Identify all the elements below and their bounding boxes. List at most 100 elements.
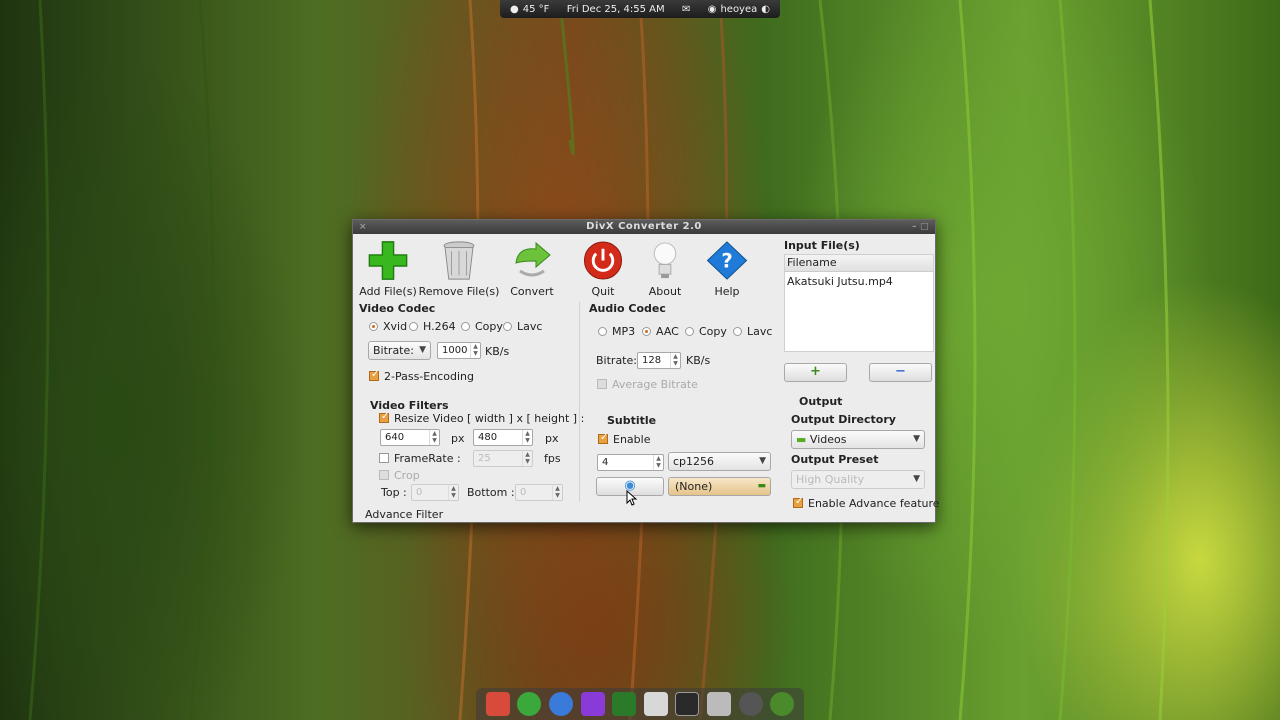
stepper-icon[interactable]: ▲ ▼ [429,430,439,445]
input-files-title: Input File(s) [784,239,860,252]
dock [476,688,804,720]
output-directory-select[interactable]: ▬ Videos ▼ [791,430,925,449]
resize-video-checkbox[interactable]: Resize Video [ width ] x [ height ] : [379,411,585,425]
remove-input-button[interactable]: − [869,363,932,382]
audio-codec-lavc[interactable]: Lavc [733,325,772,338]
disc-icon[interactable] [738,692,763,716]
mail-indicator[interactable]: ✉ [682,4,690,15]
power-icon[interactable] [770,692,795,716]
stepper-icon[interactable]: ▲ ▼ [522,430,532,445]
resize-width-input[interactable]: 640 ▲ ▼ [380,429,440,446]
framerate-label: FrameRate : [394,452,461,465]
stepper-icon[interactable]: ▲ ▼ [653,455,663,470]
globe-icon[interactable] [517,692,542,716]
audio-codec-title: Audio Codec [589,302,666,315]
input-files-list[interactable]: Filename Akatsuki Jutsu.mp4 [784,254,934,352]
radio-icon [733,327,742,336]
subtitle-encoding-value: cp1256 [673,455,715,468]
output-preset-select[interactable]: High Quality ▼ [791,470,925,489]
folder-icon: ▬ [757,481,766,491]
window-icon[interactable] [675,692,700,716]
list-item[interactable]: Akatsuki Jutsu.mp4 [785,272,933,291]
minimize-icon[interactable]: – [912,220,917,234]
user-menu[interactable]: ◉ heoyea ◐ [708,4,770,15]
video-codec-h264[interactable]: H.264 [409,320,456,333]
resize-height-input[interactable]: 480 ▲ ▼ [473,429,533,446]
advance-feature-label: Enable Advance feature [808,497,940,510]
trash-icon[interactable] [706,692,731,716]
crop-bottom-input[interactable]: 0 ▲ ▼ [515,484,563,501]
help-icon: ? [706,241,748,280]
weather-indicator[interactable]: ● 45 °F [510,4,549,15]
audio-bitrate-input[interactable]: 128 ▲ ▼ [637,352,681,369]
quit-button[interactable]: Quit [568,240,638,298]
subtitle-file-chooser[interactable]: (None) ▬ [668,477,771,496]
audio-codec-aac[interactable]: AAC [642,325,679,338]
audio-bitrate-value: 128 [642,355,662,366]
video-mode-value: Bitrate: [373,344,414,357]
quit-label: Quit [591,285,615,298]
filename-column-header[interactable]: Filename [785,255,933,272]
stepper-icon[interactable]: ▲ ▼ [670,353,680,368]
chevron-down-icon: ▼ [759,456,766,466]
framerate-value: 25 [478,453,491,464]
advance-filter-expander[interactable]: Advance Filter [365,508,443,521]
browser-icon[interactable] [548,692,573,716]
anchor-icon[interactable] [485,692,510,716]
chevron-down-icon: ▼ [913,474,920,484]
about-button[interactable]: About [630,240,700,298]
framerate-input[interactable]: 25 ▲ ▼ [473,450,533,467]
crop-bottom-label: Bottom : [467,486,515,499]
add-icon [368,241,408,280]
terminal-icon[interactable] [612,692,637,716]
video-mode-select[interactable]: Bitrate: ▼ [368,341,431,360]
clock[interactable]: Fri Dec 25, 4:55 AM [567,4,665,15]
video-codec-copy[interactable]: Copy [461,320,503,333]
resize-height-value: 480 [478,432,498,443]
add-input-button[interactable]: + [784,363,847,382]
mail-icon: ✉ [681,3,691,15]
average-bitrate-label: Average Bitrate [612,378,698,391]
resize-video-label: Resize Video [ width ] x [ height ] : [394,412,585,425]
framerate-checkbox[interactable]: FrameRate : [379,452,461,465]
crop-top-label: Top : [381,486,407,499]
average-bitrate-checkbox[interactable]: Average Bitrate [597,378,698,391]
crop-label: Crop [394,469,420,482]
output-preset-value: High Quality [796,473,865,486]
crop-top-input[interactable]: 0 ▲ ▼ [411,484,459,501]
add-files-button[interactable]: Add File(s) [353,240,423,298]
audio-codec-copy[interactable]: Copy [685,325,727,338]
video-bitrate-input[interactable]: 1000 ▲ ▼ [437,342,481,359]
video-codec-lavc[interactable]: Lavc [503,320,542,333]
resize-width-value: 640 [385,432,405,443]
width-unit: px [451,432,465,445]
audio-lavc-label: Lavc [747,325,773,338]
height-unit: px [545,432,559,445]
archive-icon[interactable] [643,692,668,716]
crop-bottom-value: 0 [520,487,527,498]
subtitle-encoding-select[interactable]: cp1256 ▼ [668,452,771,471]
audio-codec-mp3[interactable]: MP3 [598,325,635,338]
video-codec-xvid[interactable]: Xvid [369,320,407,333]
folder-icon[interactable] [580,692,605,716]
stepper-icon: ▲ ▼ [448,485,458,500]
advance-feature-checkbox[interactable]: Enable Advance feature [793,496,940,510]
remove-files-button[interactable]: Remove File(s) [419,240,499,298]
subtitle-enable-checkbox[interactable]: Enable [598,432,650,446]
checkbox-icon [379,411,389,423]
maximize-icon[interactable]: □ [920,220,929,234]
user-name: heoyea [720,3,758,15]
weather-text: 45 °F [522,3,550,15]
crop-checkbox[interactable]: Crop [379,469,420,482]
subtitle-size-input[interactable]: 4 ▲ ▼ [597,454,664,471]
help-button[interactable]: ? Help [692,240,762,298]
stepper-icon[interactable]: ▲ ▼ [470,343,480,358]
two-pass-checkbox[interactable]: 2-Pass-Encoding [369,369,474,383]
convert-button[interactable]: Convert [497,240,567,298]
window-titlebar[interactable]: × DivX Converter 2.0 – □ [353,220,935,234]
output-title: Output [799,395,843,408]
close-icon[interactable]: × [359,220,367,234]
window-title: DivX Converter 2.0 [586,221,702,232]
fps-unit: fps [544,452,561,465]
subtitle-file-value: (None) [675,480,713,493]
